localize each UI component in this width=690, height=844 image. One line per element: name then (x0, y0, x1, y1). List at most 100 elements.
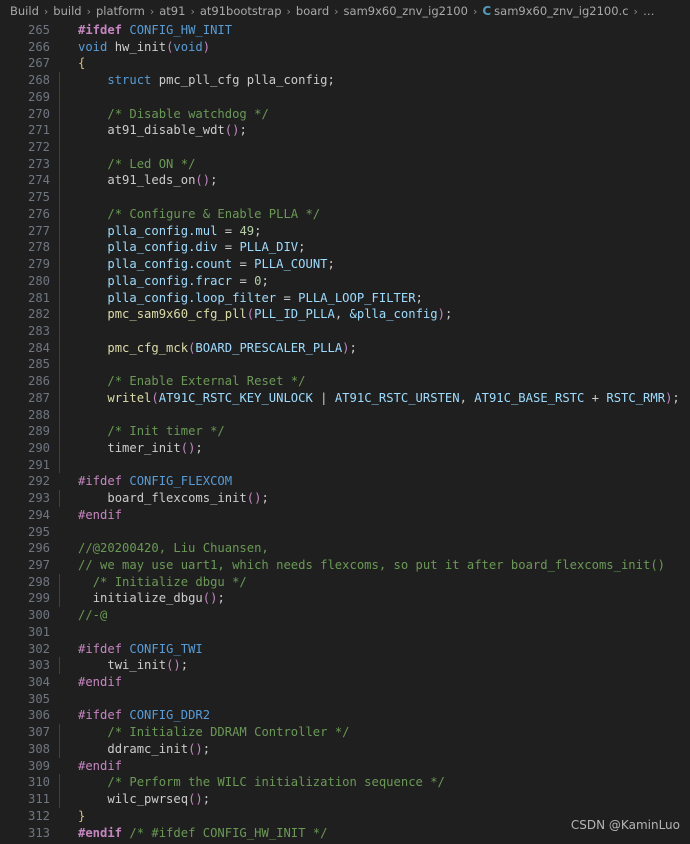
code-content[interactable]: plla_config.loop_filter = PLLA_LOOP_FILT… (50, 289, 690, 307)
code-line[interactable]: 283 (0, 322, 690, 340)
code-content[interactable]: #endif (50, 758, 690, 775)
breadcrumb-item-7[interactable]: sam9x60_znv_ig2100.c (493, 4, 629, 18)
code-line[interactable]: 267 { (0, 55, 690, 72)
code-content[interactable]: initialize_dbgu(); (50, 590, 690, 608)
code-content[interactable]: //@20200420, Liu Chuansen, (50, 540, 690, 557)
code-line[interactable]: 290 timer_init(); (0, 439, 690, 457)
code-line[interactable]: 303 twi_init(); (0, 657, 690, 675)
code-content[interactable]: { (50, 55, 690, 72)
breadcrumb-overflow[interactable]: … (642, 4, 657, 18)
code-line[interactable]: 272 (0, 139, 690, 156)
code-content[interactable]: #endif /* #ifdef CONFIG_HW_INIT */ (50, 825, 690, 842)
code-content[interactable]: plla_config.div = PLLA_DIV; (50, 239, 690, 257)
code-line[interactable]: 311 wilc_pwrseq(); (0, 791, 690, 808)
code-line[interactable]: 274 at91_leds_on(); (0, 172, 690, 190)
code-content[interactable]: #ifdef CONFIG_TWI (50, 641, 690, 658)
breadcrumb[interactable]: Build › build › platform › at91 › at91bootstrap ›… (0, 0, 690, 22)
code-line[interactable]: 302 #ifdef CONFIG_TWI (0, 641, 690, 658)
code-line[interactable]: 278 plla_config.div = PLLA_DIV; (0, 239, 690, 257)
code-editor[interactable]: 265 #ifdef CONFIG_HW_INIT 266 void hw_init(… (0, 22, 690, 844)
code-line[interactable]: 301 (0, 624, 690, 641)
code-line[interactable]: 307 /* Initialize DDRAM Controller */ (0, 724, 690, 741)
code-line[interactable]: 296 //@20200420, Liu Chuansen, (0, 540, 690, 557)
breadcrumb-item-2[interactable]: platform (95, 4, 146, 18)
code-line[interactable]: 288 (0, 406, 690, 424)
code-line[interactable]: 269 (0, 88, 690, 106)
code-content[interactable]: ddramc_init(); (50, 740, 690, 758)
code-line[interactable]: 284 pmc_cfg_mck(BOARD_PRESCALER_PLLA); (0, 339, 690, 357)
code-line[interactable]: 293 board_flexcoms_init(); (0, 490, 690, 507)
code-line[interactable]: 299 initialize_dbgu(); (0, 590, 690, 608)
code-content[interactable]: at91_leds_on(); (50, 172, 690, 190)
code-content[interactable]: //-@ (50, 607, 690, 624)
code-content[interactable]: timer_init(); (50, 439, 690, 457)
code-line[interactable]: 281 plla_config.loop_filter = PLLA_LOOP_… (0, 289, 690, 307)
code-line[interactable]: 273 /* Led ON */ (0, 155, 690, 173)
code-line[interactable]: 287 writel(AT91C_RSTC_KEY_UNLOCK | AT91C… (0, 389, 690, 407)
code-line[interactable]: 286 /* Enable External Reset */ (0, 373, 690, 390)
code-content[interactable]: /* Init timer */ (50, 423, 690, 440)
code-line[interactable]: 265 #ifdef CONFIG_HW_INIT (0, 22, 690, 39)
code-line[interactable]: 289 /* Init timer */ (0, 423, 690, 440)
code-content[interactable] (50, 322, 690, 340)
code-line[interactable]: 305 (0, 691, 690, 708)
breadcrumb-item-4[interactable]: at91bootstrap (199, 4, 283, 18)
code-line[interactable]: 310 /* Perform the WILC initialization s… (0, 774, 690, 792)
code-content[interactable]: /* Configure & Enable PLLA */ (50, 205, 690, 223)
code-content[interactable]: // we may use uart1, which needs flexcom… (50, 557, 690, 574)
code-content[interactable] (50, 524, 690, 541)
breadcrumb-item-0[interactable]: Build (9, 4, 40, 18)
code-content[interactable]: at91_disable_wdt(); (50, 122, 690, 140)
code-content[interactable]: wilc_pwrseq(); (50, 791, 690, 808)
code-line[interactable]: 276 /* Configure & Enable PLLA */ (0, 205, 690, 223)
code-content[interactable]: /* Led ON */ (50, 155, 690, 173)
code-content[interactable]: pmc_cfg_mck(BOARD_PRESCALER_PLLA); (50, 339, 690, 357)
code-content[interactable]: twi_init(); (50, 657, 690, 675)
code-content[interactable]: struct pmc_pll_cfg plla_config; (50, 72, 690, 89)
code-line[interactable]: 294 #endif (0, 507, 690, 524)
code-line[interactable]: 304 #endif (0, 674, 690, 691)
code-line[interactable]: 300 //-@ (0, 607, 690, 624)
code-content[interactable] (50, 624, 690, 641)
code-content[interactable]: #endif (50, 674, 690, 691)
breadcrumb-item-3[interactable]: at91 (158, 4, 186, 18)
code-line[interactable]: 271 at91_disable_wdt(); (0, 122, 690, 140)
code-content[interactable] (50, 189, 690, 206)
code-content[interactable]: /* Initialize DDRAM Controller */ (50, 724, 690, 741)
code-line[interactable]: 291 (0, 456, 690, 474)
code-content[interactable] (50, 456, 690, 474)
code-line[interactable]: 297 // we may use uart1, which needs flex… (0, 557, 690, 574)
breadcrumb-item-1[interactable]: build (52, 4, 82, 18)
code-line[interactable]: 277 plla_config.mul = 49; (0, 222, 690, 240)
code-line[interactable]: 279 plla_config.count = PLLA_COUNT; (0, 256, 690, 273)
code-content[interactable]: plla_config.count = PLLA_COUNT; (50, 256, 690, 273)
code-line[interactable]: 313 #endif /* #ifdef CONFIG_HW_INIT */ (0, 825, 690, 842)
code-line[interactable]: 306 #ifdef CONFIG_DDR2 (0, 707, 690, 724)
code-content[interactable]: #ifdef CONFIG_DDR2 (50, 707, 690, 724)
code-content[interactable]: plla_config.fracr = 0; (50, 272, 690, 290)
code-content[interactable]: board_flexcoms_init(); (50, 490, 690, 507)
code-line[interactable]: 309 #endif (0, 758, 690, 775)
code-line[interactable]: 295 (0, 524, 690, 541)
code-line[interactable]: 308 ddramc_init(); (0, 740, 690, 758)
code-content[interactable]: #ifdef CONFIG_FLEXCOM (50, 473, 690, 490)
code-content[interactable]: #endif (50, 507, 690, 524)
code-content[interactable] (50, 356, 690, 374)
code-content[interactable]: } (50, 808, 690, 825)
code-content[interactable]: pmc_sam9x60_cfg_pll(PLL_ID_PLLA, &plla_c… (50, 306, 690, 323)
code-line[interactable]: 268 struct pmc_pll_cfg plla_config; (0, 72, 690, 89)
code-line[interactable]: 312} (0, 808, 690, 825)
code-content[interactable]: /* Disable watchdog */ (50, 105, 690, 123)
code-line[interactable]: 285 (0, 356, 690, 374)
code-content[interactable]: writel(AT91C_RSTC_KEY_UNLOCK | AT91C_RST… (50, 389, 690, 407)
breadcrumb-item-5[interactable]: board (295, 4, 330, 18)
code-line[interactable]: 292 #ifdef CONFIG_FLEXCOM (0, 473, 690, 490)
code-content[interactable] (50, 88, 690, 106)
code-line[interactable]: 282 pmc_sam9x60_cfg_pll(PLL_ID_PLLA, &pl… (0, 306, 690, 323)
code-content[interactable]: plla_config.mul = 49; (50, 222, 690, 240)
code-line[interactable]: 270 /* Disable watchdog */ (0, 105, 690, 123)
code-line[interactable]: 266 void hw_init(void) (0, 39, 690, 56)
breadcrumb-item-6[interactable]: sam9x60_znv_ig2100 (343, 4, 469, 18)
code-content[interactable]: void hw_init(void) (50, 39, 690, 56)
code-line[interactable]: 298 /* Initialize dbgu */ (0, 573, 690, 591)
